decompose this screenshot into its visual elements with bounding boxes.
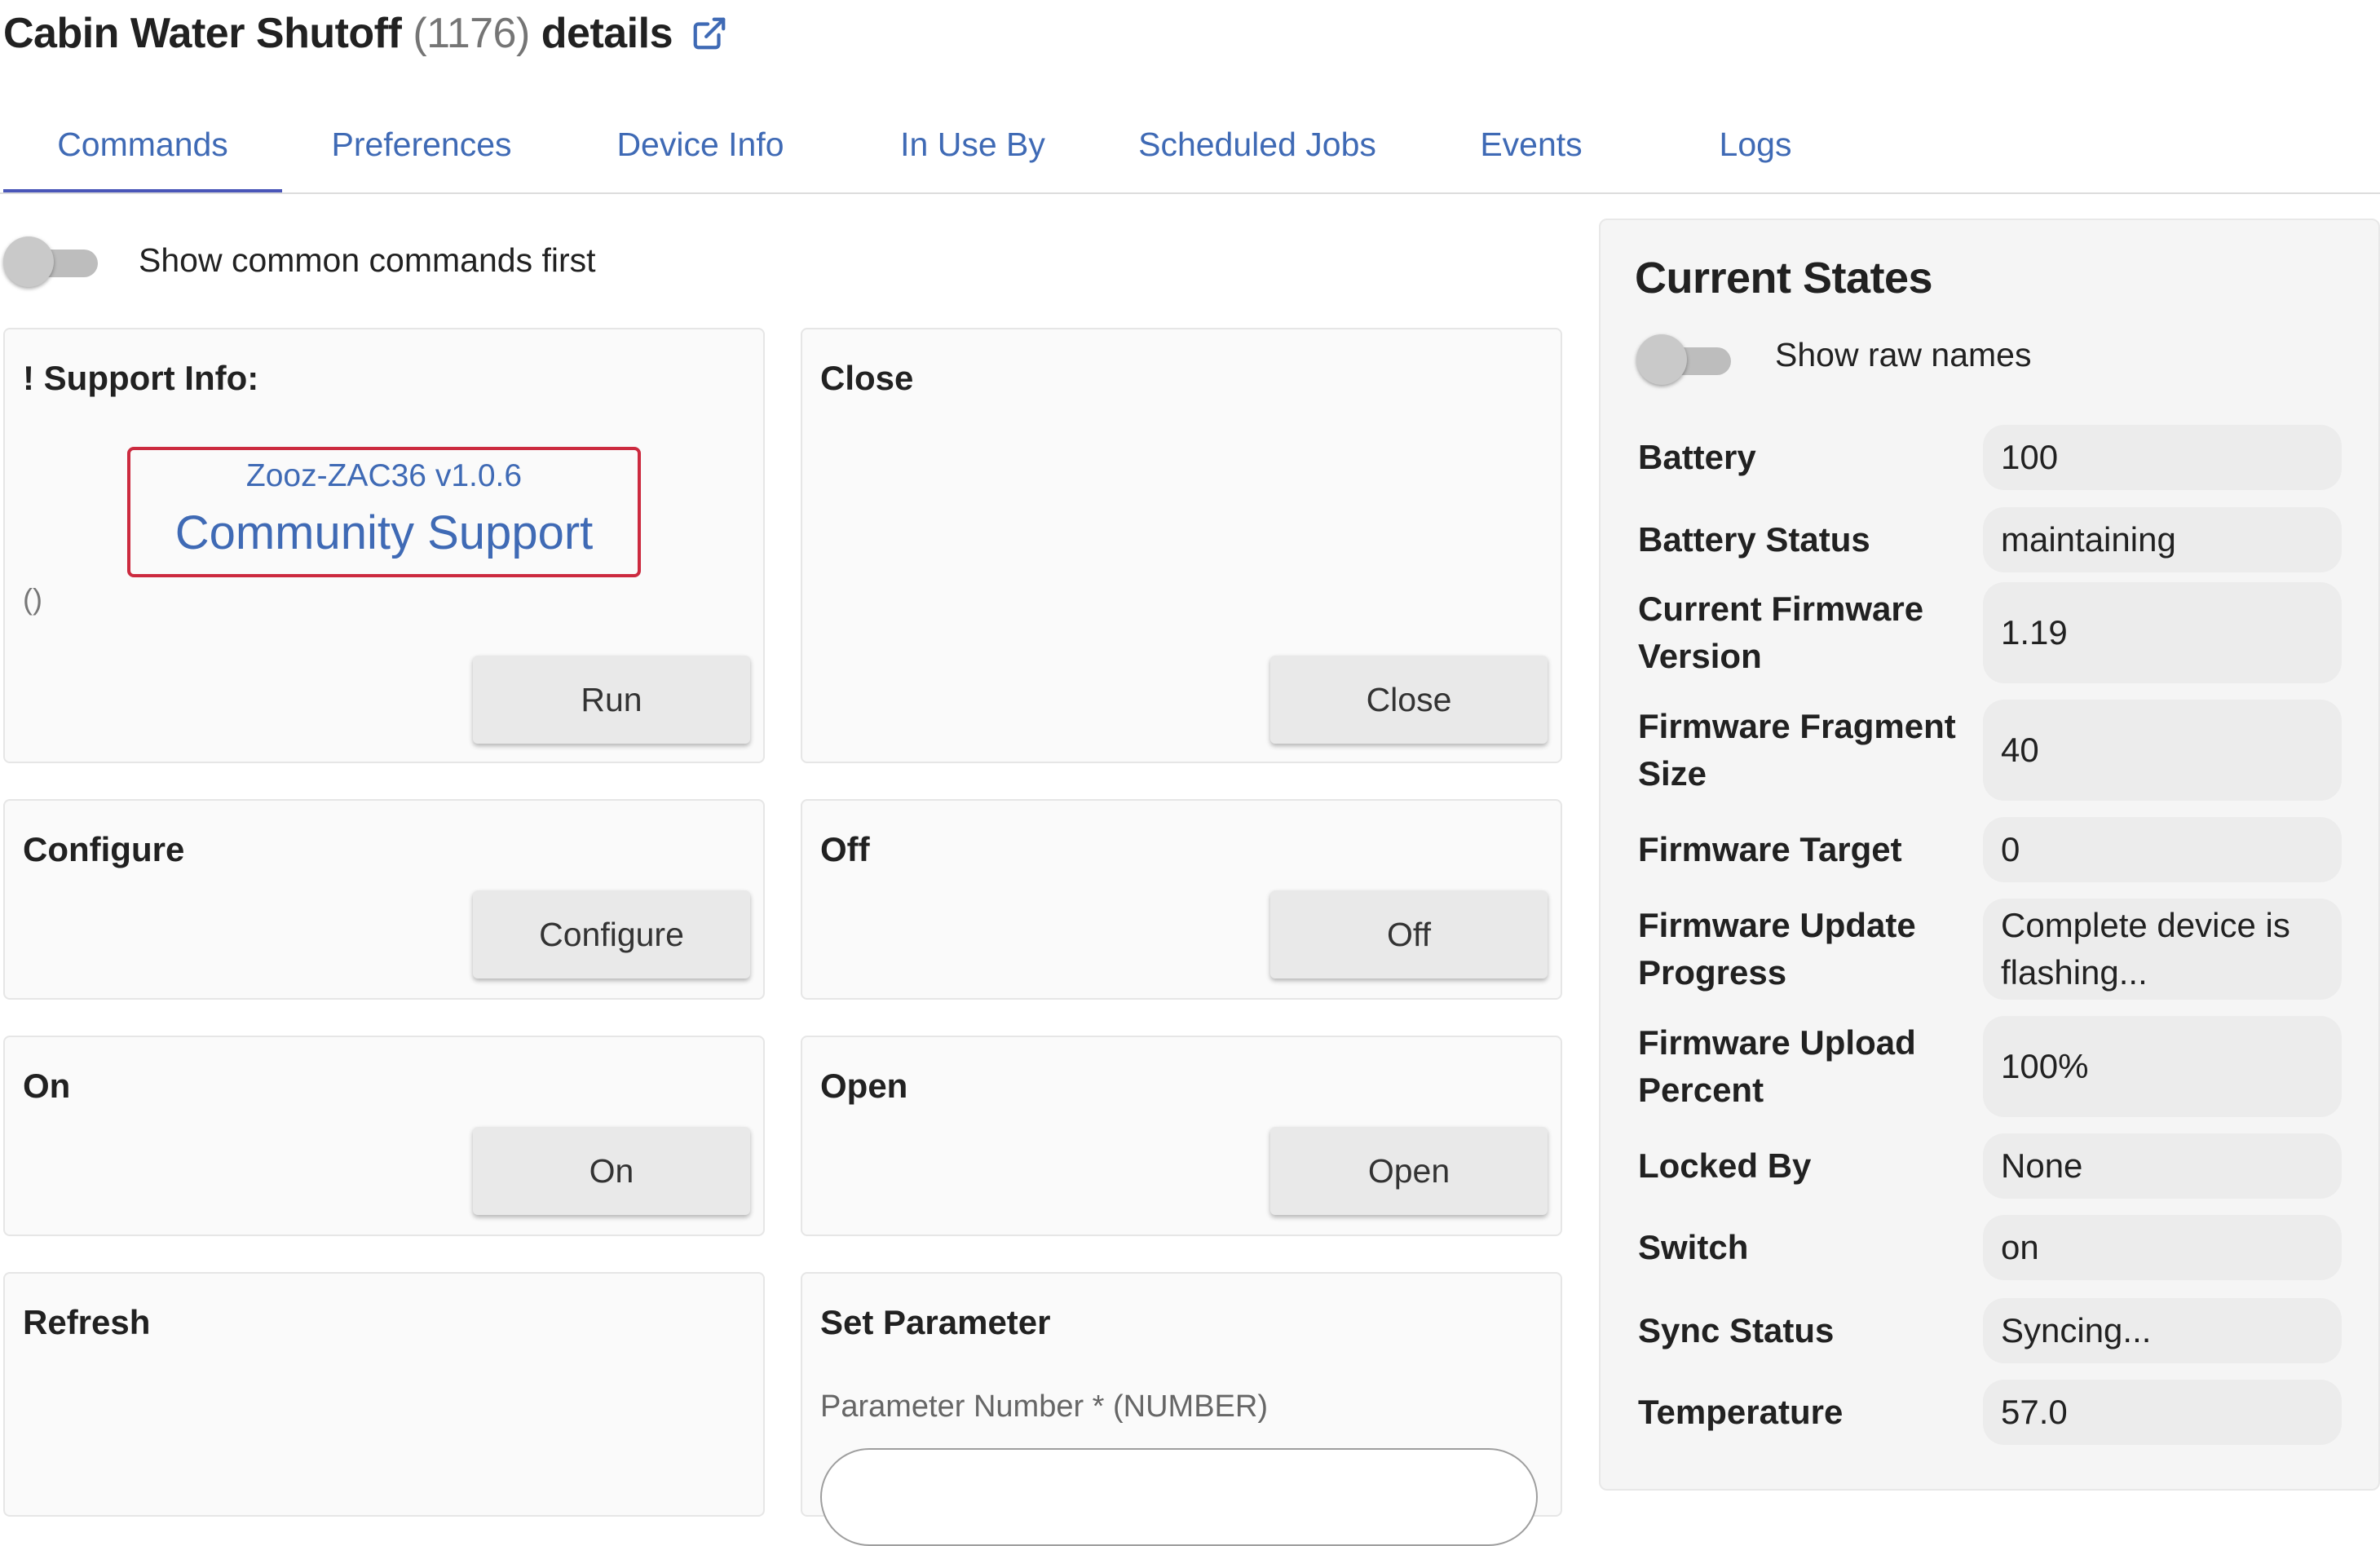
tab-divider <box>0 192 2380 194</box>
tab-preferences[interactable]: Preferences <box>282 98 561 192</box>
card-title: Off <box>820 830 870 868</box>
card-title: ! Support Info: <box>23 359 259 397</box>
open-card: Open Open <box>801 1036 1562 1236</box>
on-button[interactable]: On <box>473 1127 750 1215</box>
parameter-number-label: Parameter Number * (NUMBER) <box>820 1389 1268 1424</box>
driver-version: Zooz-ZAC36 v1.0.6 <box>245 458 523 493</box>
tab-logs[interactable]: Logs <box>1654 98 1857 192</box>
state-value: None <box>1983 1133 2342 1199</box>
state-value: 1.19 <box>1983 582 2342 683</box>
common-commands-label: Show common commands first <box>139 241 596 279</box>
current-states-panel: Current States Show raw names Battery 10… <box>1599 219 2380 1491</box>
state-value: 100 <box>1983 425 2342 490</box>
state-label: Firmware Upload Percent <box>1638 1023 1916 1109</box>
card-title: Refresh <box>23 1303 151 1341</box>
command-args: () <box>23 582 42 616</box>
state-value: 40 <box>1983 700 2342 801</box>
state-label: Firmware Fragment Size <box>1638 707 1956 793</box>
on-card: On On <box>3 1036 765 1236</box>
tab-commands[interactable]: Commands <box>3 98 282 194</box>
support-info-card: ! Support Info: Zooz-ZAC36 v1.0.6 Commun… <box>3 328 765 763</box>
card-title: Open <box>820 1067 908 1105</box>
state-value: on <box>1983 1215 2342 1280</box>
configure-card: Configure Configure <box>3 799 765 1000</box>
state-value: Syncing... <box>1983 1298 2342 1363</box>
state-label: Sync Status <box>1638 1311 1835 1349</box>
external-link-icon[interactable] <box>691 15 728 52</box>
state-label: Current Firmware Version <box>1638 590 1924 675</box>
refresh-card: Refresh <box>3 1272 765 1517</box>
parameter-number-input[interactable] <box>820 1448 1538 1546</box>
raw-names-label: Show raw names <box>1775 336 2032 373</box>
state-value: maintaining <box>1983 507 2342 572</box>
tab-in-use-by[interactable]: In Use By <box>840 98 1106 192</box>
tab-scheduled-jobs[interactable]: Scheduled Jobs <box>1106 98 1409 192</box>
set-parameter-card: Set Parameter Parameter Number * (NUMBER… <box>801 1272 1562 1546</box>
state-label: Firmware Update Progress <box>1638 906 1916 992</box>
title-suffix: details <box>541 10 673 57</box>
tab-device-info[interactable]: Device Info <box>561 98 840 192</box>
state-value: 57.0 <box>1983 1380 2342 1445</box>
state-label: Temperature <box>1638 1393 1844 1431</box>
device-name: Cabin Water Shutoff <box>3 10 402 57</box>
tab-bar: Commands Preferences Device Info In Use … <box>3 98 2380 194</box>
state-value: 0 <box>1983 817 2342 882</box>
close-card: Close Close <box>801 328 1562 763</box>
state-label: Battery Status <box>1638 520 1870 559</box>
support-box: Zooz-ZAC36 v1.0.6 Community Support <box>127 447 641 577</box>
off-button[interactable]: Off <box>1270 890 1548 978</box>
raw-names-toggle[interactable] <box>1636 334 1731 385</box>
state-value: 100% <box>1983 1016 2342 1117</box>
state-label: Battery <box>1638 438 1756 476</box>
state-value: Complete device is flashing... <box>1983 899 2342 1000</box>
page-title: Cabin Water Shutoff (1176) details <box>3 5 728 62</box>
state-label: Switch <box>1638 1228 1749 1266</box>
tab-events[interactable]: Events <box>1409 98 1654 192</box>
state-label: Firmware Target <box>1638 830 1902 868</box>
card-title: Configure <box>23 830 185 868</box>
close-button[interactable]: Close <box>1270 656 1548 744</box>
community-support-link[interactable]: Community Support <box>130 506 638 560</box>
configure-button[interactable]: Configure <box>473 890 750 978</box>
device-id: (1176) <box>413 10 530 57</box>
state-label: Locked By <box>1638 1146 1812 1185</box>
off-card: Off Off <box>801 799 1562 1000</box>
common-commands-toggle[interactable] <box>3 236 98 287</box>
run-button[interactable]: Run <box>473 656 750 744</box>
current-states-title: Current States <box>1635 254 1933 303</box>
card-title: Set Parameter <box>820 1303 1051 1341</box>
card-title: On <box>23 1067 71 1105</box>
open-button[interactable]: Open <box>1270 1127 1548 1215</box>
card-title: Close <box>820 359 914 397</box>
